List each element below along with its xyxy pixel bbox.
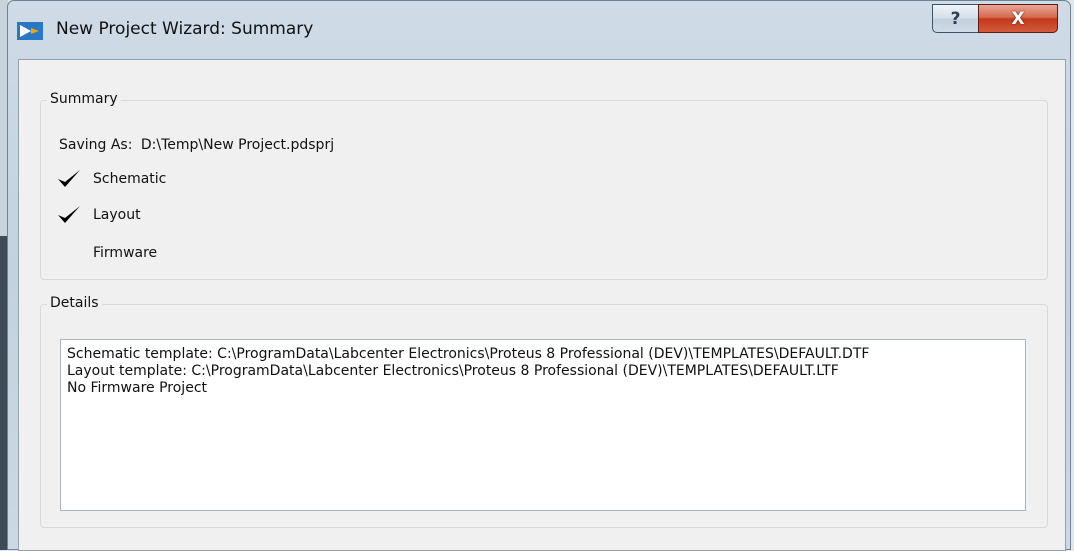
firmware-item: Firmware: [93, 245, 158, 261]
details-textbox[interactable]: Schematic template: C:\ProgramData\Labce…: [60, 339, 1026, 511]
details-group-label: Details: [47, 295, 102, 311]
saving-as-path: D:\Temp\New Project.pdsprj: [140, 137, 335, 153]
summary-group: Summary Saving As: D:\Temp\New Project.p…: [40, 91, 1048, 280]
saving-as-label: Saving As:: [59, 137, 133, 153]
checkmark-icon: [56, 168, 82, 190]
firmware-project-line: No Firmware Project: [67, 380, 207, 396]
layout-item: Layout: [93, 207, 141, 223]
summary-group-label: Summary: [47, 91, 121, 107]
close-icon: X: [1011, 8, 1025, 29]
dialog-client-area: Summary Saving As: D:\Temp\New Project.p…: [18, 59, 1066, 551]
window-title: New Project Wizard: Summary: [56, 19, 314, 39]
proteus-app-icon: [17, 22, 43, 40]
checkmark-icon: [56, 204, 82, 226]
help-button[interactable]: ?: [932, 4, 979, 33]
details-group: Details Schematic template: C:\ProgramDa…: [40, 295, 1048, 528]
help-icon: ?: [950, 8, 961, 29]
schematic-item: Schematic: [93, 171, 167, 187]
saving-as-row: Saving As: D:\Temp\New Project.pdsprj: [59, 137, 334, 153]
schematic-template-line: Schematic template: C:\ProgramData\Labce…: [67, 346, 870, 362]
title-bar[interactable]: New Project Wizard: Summary ? X: [8, 1, 1070, 59]
layout-template-line: Layout template: C:\ProgramData\Labcente…: [67, 363, 839, 379]
wizard-window: New Project Wizard: Summary ? X Summary …: [7, 0, 1071, 551]
close-button[interactable]: X: [978, 4, 1058, 33]
